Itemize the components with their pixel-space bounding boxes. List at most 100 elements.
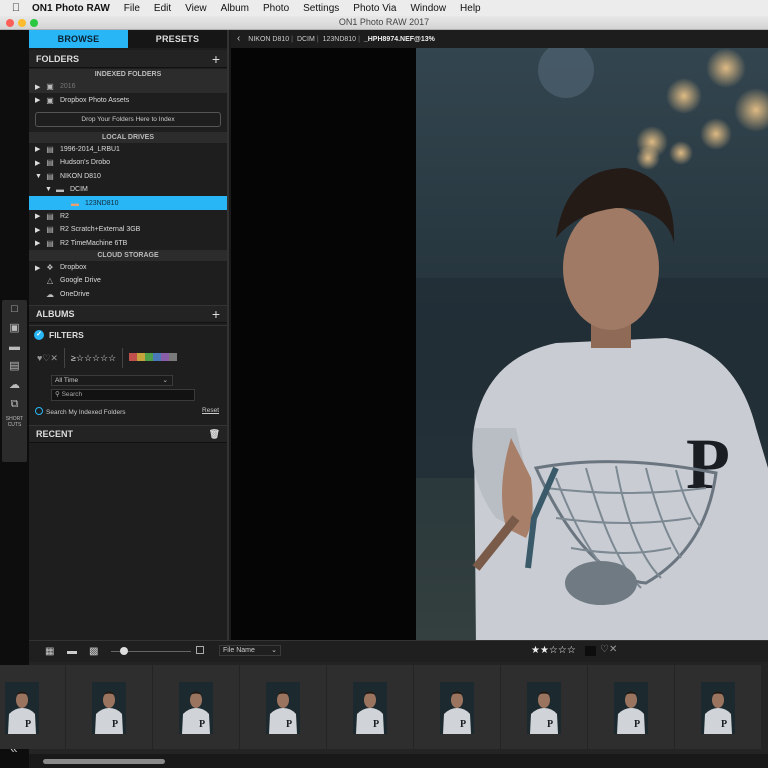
color-swatch[interactable] bbox=[169, 353, 178, 362]
folder-row-dropbox-assets[interactable]: ▶ ▣ Dropbox Photo Assets bbox=[29, 93, 227, 106]
menu-settings[interactable]: Settings bbox=[296, 3, 346, 14]
color-label-swatch[interactable] bbox=[585, 646, 596, 656]
heart-outline-icon[interactable]: ♡ bbox=[42, 353, 50, 364]
folders-header[interactable]: FOLDERS + bbox=[29, 50, 227, 68]
drop-folders-zone[interactable]: Drop Your Folders Here to Index bbox=[35, 111, 221, 127]
onedrive-icon: ☁ bbox=[46, 289, 54, 299]
menu-file[interactable]: File bbox=[117, 3, 147, 14]
expand-icon[interactable]: ▶ bbox=[35, 239, 44, 247]
large-thumb-icon[interactable] bbox=[196, 646, 204, 654]
color-swatch[interactable] bbox=[161, 353, 170, 362]
drive-row[interactable]: ▶ ▤ Hudson's Drobo bbox=[29, 156, 227, 169]
folder-row[interactable]: ▼ ▬ DCIM bbox=[29, 183, 227, 196]
expand-icon[interactable]: ▶ bbox=[35, 83, 44, 91]
drive-row[interactable]: ▶ ▤ R2 Scratch+External 3GB bbox=[29, 223, 227, 236]
folder-icon[interactable]: ▬ bbox=[2, 338, 27, 357]
breadcrumb-item[interactable]: DCIM bbox=[297, 36, 315, 43]
drive-row[interactable]: ▶ ▤ R2 TimeMachine 6TB bbox=[29, 237, 227, 250]
cloud-icon[interactable]: ☁ bbox=[2, 376, 27, 395]
filmstrip-thumbnail[interactable]: P bbox=[414, 665, 500, 749]
reset-link[interactable]: Reset bbox=[202, 407, 219, 416]
color-swatch[interactable] bbox=[145, 353, 154, 362]
expand-icon[interactable]: ▶ bbox=[35, 159, 44, 167]
folder-row-2016[interactable]: ▶ ▣ 2016 bbox=[29, 80, 227, 94]
computer-icon[interactable]: □ bbox=[2, 300, 27, 319]
color-swatch[interactable] bbox=[129, 353, 138, 362]
radio-icon[interactable] bbox=[35, 407, 43, 416]
like-reject-icon[interactable]: ♡✕ bbox=[600, 644, 617, 655]
filmstrip-thumbnail[interactable]: P bbox=[0, 665, 65, 749]
collapse-icon[interactable]: ▼ bbox=[45, 186, 54, 193]
photo-viewer[interactable]: P bbox=[231, 48, 768, 640]
drive-row[interactable]: ▶ ▤ 1996-2014_LRBU1 bbox=[29, 143, 227, 156]
folder-icon: ▬ bbox=[71, 198, 79, 208]
expand-icon[interactable]: ▶ bbox=[35, 145, 44, 153]
filmstrip-thumbnail[interactable]: P bbox=[153, 665, 239, 749]
photo-preview[interactable]: P bbox=[416, 48, 768, 640]
menu-album[interactable]: Album bbox=[214, 3, 256, 14]
recent-header[interactable]: RECENT 🗑 bbox=[29, 425, 227, 444]
trash-icon[interactable]: 🗑 bbox=[209, 429, 220, 440]
expand-icon[interactable]: ▶ bbox=[35, 264, 44, 272]
menu-window[interactable]: Window bbox=[403, 3, 453, 14]
camera-icon[interactable]: ▣ bbox=[2, 319, 27, 338]
star-rating-filter[interactable]: ≥☆☆☆☆☆ bbox=[71, 353, 116, 364]
apple-icon[interactable]:  bbox=[8, 2, 24, 14]
filmstrip-thumbnail[interactable]: P bbox=[675, 665, 761, 749]
expand-icon[interactable]: ▶ bbox=[35, 96, 44, 104]
menu-edit[interactable]: Edit bbox=[147, 3, 178, 14]
tab-presets[interactable]: PRESETS bbox=[128, 30, 227, 48]
color-label-filter[interactable] bbox=[129, 353, 178, 363]
menu-app-name[interactable]: ON1 Photo RAW bbox=[24, 3, 117, 14]
thumbnail-image: P bbox=[353, 682, 387, 734]
sort-select[interactable]: File Name ⌄ bbox=[219, 645, 281, 656]
checkmark-icon[interactable]: ✓ bbox=[34, 330, 44, 341]
cloud-row[interactable]: △ Google Drive bbox=[29, 274, 227, 287]
reject-icon[interactable]: ✕ bbox=[50, 353, 58, 364]
filmstrip-thumbnail[interactable]: P bbox=[588, 665, 674, 749]
drive-icon: ▤ bbox=[46, 211, 54, 221]
filmstrip-thumbnail[interactable]: P bbox=[327, 665, 413, 749]
cloud-row[interactable]: ☁ OneDrive bbox=[29, 288, 227, 301]
slider-handle[interactable] bbox=[120, 647, 128, 655]
search-indexed-toggle[interactable]: Search My Indexed Folders bbox=[35, 407, 125, 416]
current-file: _HPH8974.NEF@13% bbox=[363, 36, 435, 43]
filmstrip-thumbnail[interactable]: P bbox=[66, 665, 152, 749]
rating-stars[interactable]: ★★☆☆☆ bbox=[531, 645, 576, 656]
drive-row[interactable]: ▶ ▤ R2 bbox=[29, 210, 227, 223]
tab-browse[interactable]: BROWSE bbox=[29, 30, 128, 48]
cloud-row[interactable]: ▶ ❖ Dropbox bbox=[29, 261, 227, 274]
menu-photo[interactable]: Photo bbox=[256, 3, 296, 14]
collapse-icon[interactable]: ▼ bbox=[35, 173, 44, 180]
drive-icon[interactable]: ▤ bbox=[2, 357, 27, 376]
filmstrip-thumbnail[interactable]: P bbox=[501, 665, 587, 749]
breadcrumb-item[interactable]: 123ND810 bbox=[323, 36, 356, 43]
breadcrumb-item[interactable]: NIKON D810 bbox=[248, 36, 289, 43]
cloud-label: OneDrive bbox=[60, 290, 90, 298]
add-folder-icon[interactable]: + bbox=[212, 51, 220, 67]
filmstrip-view-icon[interactable]: ▩ bbox=[89, 646, 98, 657]
date-range-select[interactable]: All Time ⌄ bbox=[51, 375, 173, 387]
folder-row-selected[interactable]: ▬ 123ND810 bbox=[29, 196, 227, 210]
filmstrip-thumbnail[interactable]: P bbox=[240, 665, 326, 749]
shortcuts-button[interactable]: SHORT CUTS bbox=[2, 414, 27, 428]
copy-icon[interactable]: ⧉ bbox=[2, 395, 27, 414]
expand-icon[interactable]: ▶ bbox=[35, 226, 44, 234]
menu-photo-via[interactable]: Photo Via bbox=[346, 3, 403, 14]
grid-view-icon[interactable]: ▦ bbox=[45, 646, 54, 657]
menu-help[interactable]: Help bbox=[453, 3, 488, 14]
filmstrip-scrollbar[interactable] bbox=[29, 754, 768, 768]
scrollbar-thumb[interactable] bbox=[43, 759, 165, 764]
filters-header[interactable]: ✓ FILTERS bbox=[29, 326, 227, 344]
add-album-icon[interactable]: + bbox=[212, 306, 220, 322]
color-swatch[interactable] bbox=[153, 353, 162, 362]
color-swatch[interactable] bbox=[137, 353, 146, 362]
filmstrip[interactable]: PPPPPPPPP bbox=[0, 662, 768, 754]
search-input[interactable]: ⚲ Search bbox=[51, 389, 195, 402]
menu-view[interactable]: View bbox=[178, 3, 214, 14]
albums-header[interactable]: ALBUMS + bbox=[29, 305, 227, 324]
expand-icon[interactable]: ▶ bbox=[35, 212, 44, 220]
back-icon[interactable]: ‹ bbox=[237, 33, 240, 44]
drive-row[interactable]: ▼ ▤ NIKON D810 bbox=[29, 170, 227, 183]
single-view-icon[interactable]: ▬ bbox=[67, 646, 77, 657]
